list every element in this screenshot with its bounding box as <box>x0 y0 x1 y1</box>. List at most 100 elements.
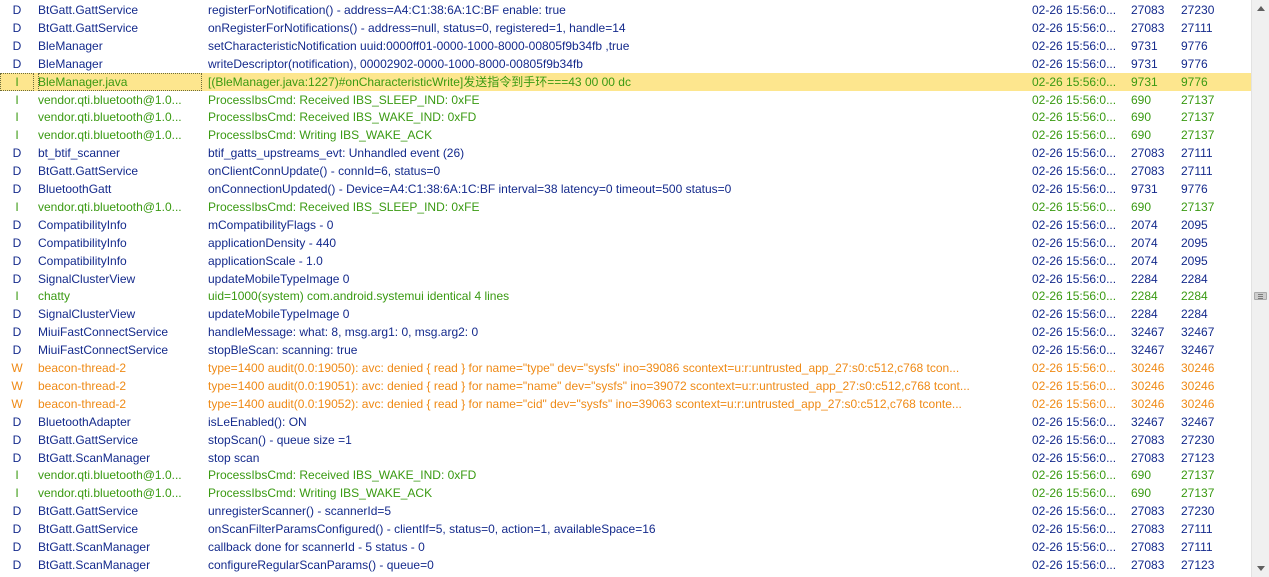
log-tid: 27137 <box>1181 128 1215 143</box>
log-row[interactable]: D BtGatt.ScanManager stop scan 02-26 15:56:… <box>0 449 1251 467</box>
log-row[interactable]: D SignalClusterView updateMobileTypeImage … <box>0 305 1251 323</box>
log-row[interactable]: D CompatibilityInfo applicationScale - 1.0… <box>0 252 1251 270</box>
log-row[interactable]: D SignalClusterView updateMobileTypeImage … <box>0 270 1251 288</box>
log-row[interactable]: D BtGatt.GattService onScanFilterParamsCon… <box>0 520 1251 538</box>
log-row[interactable]: D BtGatt.ScanManager configureRegularScanP… <box>0 556 1251 574</box>
log-tag: vendor.qti.bluetooth@1.0... <box>38 92 182 107</box>
log-time: 02-26 15:56:0... <box>1032 557 1117 572</box>
log-row[interactable]: D CompatibilityInfo applicationDensity - 4… <box>0 234 1251 252</box>
log-row[interactable]: D BleManager setCharacteristicNotification… <box>0 37 1251 55</box>
log-row[interactable]: Ichatty uid=1000(system) com.android.syst… <box>0 287 1251 305</box>
log-pid: 27083 <box>1131 164 1165 179</box>
log-tid: 30246 <box>1181 396 1215 411</box>
log-time: 02-26 15:56:0... <box>1032 468 1117 483</box>
log-message: stopBleScan: scanning: true <box>208 343 358 358</box>
log-time: 02-26 15:56:0... <box>1032 3 1117 17</box>
log-time: 02-26 15:56:0... <box>1032 504 1117 519</box>
log-level: I <box>15 468 19 483</box>
log-row[interactable]: I BleManager.java [(BleManager.java:1227)#… <box>0 72 1251 91</box>
log-row[interactable]: Ivendor.qti.bluetooth@1.0... ProcessIbsCm… <box>0 108 1251 126</box>
log-message: ProcessIbsCmd: Writing IBS_WAKE_ACK <box>208 486 433 501</box>
scroll-down-button[interactable] <box>1252 560 1269 577</box>
log-level: I <box>15 128 19 143</box>
log-row[interactable]: D BleManager writeDescriptor(notification)… <box>0 55 1251 73</box>
log-row[interactable]: D BluetoothAdapter isLeEnabled(): ON 02-26 … <box>0 413 1251 431</box>
log-tag: beacon-thread-2 <box>38 361 127 375</box>
log-time: 02-26 15:56:0... <box>1032 432 1117 447</box>
log-tag: BtGatt.GattService <box>38 522 139 537</box>
log-message: setCharacteristicNotification uuid:0000f… <box>208 38 630 53</box>
log-row[interactable]: Ivendor.qti.bluetooth@1.0... ProcessIbsCm… <box>0 126 1251 144</box>
log-message: registerForNotification() - address=A4:C… <box>208 3 566 17</box>
log-tag: BtGatt.GattService <box>38 20 139 35</box>
log-row[interactable]: Ivendor.qti.bluetooth@1.0... ProcessIbsCm… <box>0 198 1251 216</box>
log-row[interactable]: D BtGatt.GattService onClientConnUpdate() … <box>0 162 1251 180</box>
log-message: stop scan <box>208 450 260 465</box>
log-tag: BtGatt.ScanManager <box>38 540 151 554</box>
log-level: D <box>12 3 22 17</box>
log-row[interactable]: D CompatibilityInfo mCompatibilityFlags - … <box>0 216 1251 234</box>
log-message: updateMobileTypeImage 0 <box>208 271 350 286</box>
log-time: 02-26 15:56:0... <box>1032 199 1117 214</box>
log-pid: 32467 <box>1131 343 1165 358</box>
log-time: 02-26 15:56:0... <box>1032 164 1117 179</box>
log-row[interactable]: Ivendor.qti.bluetooth@1.0... ProcessIbsCm… <box>0 484 1251 502</box>
log-level: D <box>12 182 22 196</box>
log-message: applicationDensity - 440 <box>208 235 337 250</box>
log-tid: 27137 <box>1181 486 1215 501</box>
log-time: 02-26 15:56:0... <box>1032 56 1117 71</box>
log-row[interactable]: Dbt_btif_scanner btif_gatts_upstreams_evt… <box>0 144 1251 162</box>
log-level: D <box>12 414 22 429</box>
scroll-thumb[interactable] <box>1254 292 1267 300</box>
log-message: configureRegularScanParams() - queue=0 <box>208 557 434 572</box>
log-tag: BtGatt.ScanManager <box>38 450 151 465</box>
log-row[interactable]: Wbeacon-thread-2 type=1400 audit(0.0:1905… <box>0 395 1251 413</box>
log-row[interactable]: Ivendor.qti.bluetooth@1.0... ProcessIbsCm… <box>0 91 1251 109</box>
log-pid: 30246 <box>1131 361 1165 375</box>
log-row[interactable]: D BtGatt.GattService stopScan() - queue si… <box>0 431 1251 449</box>
log-row[interactable]: D BtGatt.ScanManager callback done for sca… <box>0 538 1251 556</box>
log-message: onClientConnUpdate() - connId=6, status=… <box>208 164 441 179</box>
log-tag: BleManager <box>38 56 103 71</box>
log-pid: 27083 <box>1131 450 1165 465</box>
scroll-up-button[interactable] <box>1252 0 1269 17</box>
log-row[interactable]: D BtGatt.GattService onRegisterForNotifica… <box>0 19 1251 37</box>
vertical-scrollbar[interactable] <box>1251 0 1269 577</box>
log-row[interactable]: D BtGatt.GattService registerForNotificati… <box>0 1 1251 19</box>
log-pid: 690 <box>1131 486 1152 501</box>
log-pid: 9731 <box>1131 74 1158 89</box>
log-message: applicationScale - 1.0 <box>208 253 323 268</box>
log-level: D <box>12 432 22 447</box>
log-row[interactable]: D BluetoothGatt onConnectionUpdated() - De… <box>0 180 1251 198</box>
log-time: 02-26 15:56:0... <box>1032 38 1117 53</box>
log-level: D <box>12 146 22 161</box>
log-tag: BluetoothGatt <box>38 182 112 196</box>
log-pid: 690 <box>1131 92 1152 107</box>
log-message: callback done for scannerId - 5 status -… <box>208 540 425 554</box>
log-level: I <box>15 92 19 107</box>
log-time: 02-26 15:56:0... <box>1032 74 1117 89</box>
log-tid: 9776 <box>1181 74 1208 89</box>
log-tid: 2095 <box>1181 253 1208 268</box>
log-level: I <box>15 486 19 501</box>
log-time: 02-26 15:56:0... <box>1032 361 1117 375</box>
log-tag: BluetoothAdapter <box>38 414 131 429</box>
log-pid: 2074 <box>1131 235 1158 250</box>
log-level: W <box>11 378 23 393</box>
log-row[interactable]: Wbeacon-thread-2 type=1400 audit(0.0:1905… <box>0 377 1251 395</box>
log-row[interactable]: Ivendor.qti.bluetooth@1.0... ProcessIbsCm… <box>0 466 1251 484</box>
log-tid: 27137 <box>1181 468 1215 483</box>
log-level: D <box>12 38 22 53</box>
log-row[interactable]: Wbeacon-thread-2 type=1400 audit(0.0:1905… <box>0 359 1251 377</box>
log-row[interactable]: D MiuiFastConnectService stopBleScan: scan… <box>0 341 1251 359</box>
log-level: D <box>12 235 22 250</box>
log-pid: 27083 <box>1131 3 1165 17</box>
log-row[interactable]: D BtGatt.GattService unregisterScanner() -… <box>0 502 1251 520</box>
log-pid: 9731 <box>1131 56 1158 71</box>
log-message: ProcessIbsCmd: Received IBS_WAKE_IND: 0x… <box>208 468 477 483</box>
log-row[interactable]: D MiuiFastConnectService handleMessage: wh… <box>0 323 1251 341</box>
arrow-down-icon <box>1256 566 1265 571</box>
logcat-list[interactable]: D BtGatt.GattService registerForNotificati… <box>0 0 1251 577</box>
log-pid: 27083 <box>1131 146 1165 161</box>
log-level: D <box>12 217 22 232</box>
